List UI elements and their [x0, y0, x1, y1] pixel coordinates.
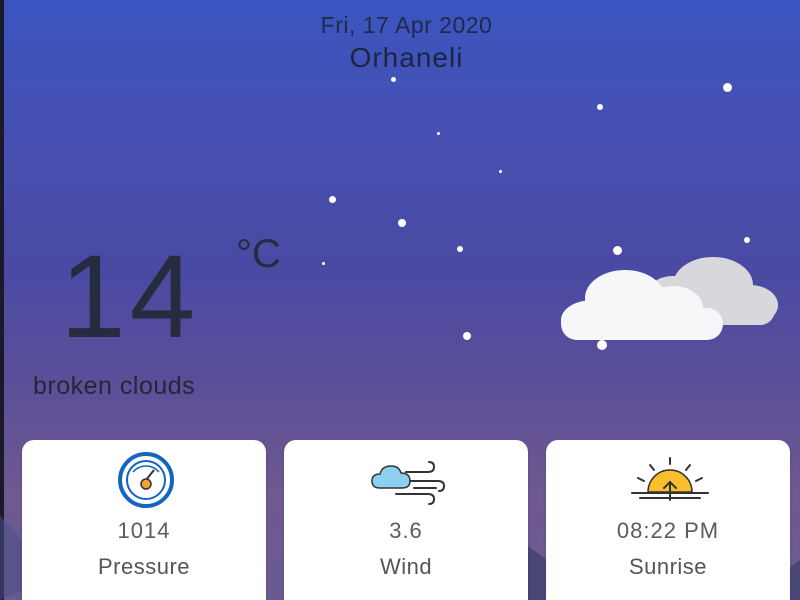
wind-card[interactable]: 3.6 Wind [284, 440, 528, 600]
temperature-unit: °C [236, 232, 281, 276]
broken-clouds-icon [561, 257, 778, 340]
wind-label: Wind [379, 554, 433, 579]
sunrise-card[interactable]: 08:22 PM Sunrise [546, 440, 790, 600]
weather-description: broken clouds [33, 372, 196, 400]
wind-icon [371, 461, 446, 505]
sunrise-label: Sunrise [628, 554, 708, 579]
pressure-value: 1014 [117, 518, 171, 543]
sunrise-icon [631, 457, 709, 501]
wind-value: 3.6 [389, 518, 423, 543]
pressure-card[interactable]: 1014 Pressure [22, 440, 266, 600]
city-name: Orhaneli [349, 42, 464, 73]
temperature-value: 14 [60, 231, 200, 363]
pressure-gauge-icon [118, 452, 174, 508]
date-label: Fri, 17 Apr 2020 [320, 12, 493, 38]
sunrise-value: 08:22 PM [616, 518, 720, 543]
pressure-label: Pressure [97, 554, 191, 579]
